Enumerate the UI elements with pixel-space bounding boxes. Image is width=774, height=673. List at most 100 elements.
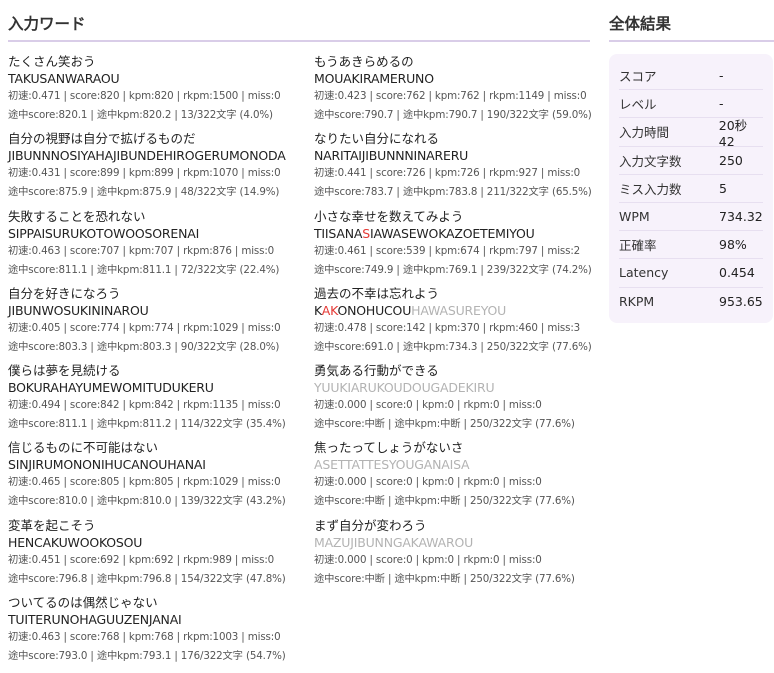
result-row: WPM 734.32 xyxy=(619,203,763,232)
word-romaji: TAKUSANWARAOU xyxy=(8,71,120,86)
result-label: スコア xyxy=(619,69,657,85)
romaji-typed: IAWASEWOKAZOETEMIYOU xyxy=(369,225,535,241)
romaji-typed: TIISANA xyxy=(314,225,363,241)
word-japanese: 僕らは夢を見続ける xyxy=(8,363,121,379)
result-row: RKPM 953.65 xyxy=(619,288,763,315)
word-stats-line2: 途中score:811.1 | 途中kpm:811.2 | 114/322文字 … xyxy=(8,418,286,431)
word-romaji: JIBUNNNOSIYAHAJIBUNDEHIROGERUMONODA xyxy=(8,148,286,164)
word-romaji: HENCAKUWOOKOSOU xyxy=(8,534,143,550)
result-label: WPM xyxy=(619,209,650,225)
word-japanese: ついてるのは偶然じゃない xyxy=(8,595,158,611)
result-value: 734.32 xyxy=(719,209,763,225)
word-stats-line2: 途中score:749.9 | 途中kpm:769.1 | 239/322文字 … xyxy=(314,263,592,276)
word-stats-line2: 途中score:中断 | 途中kpm:中断 | 250/322文字 (77.6%… xyxy=(314,572,575,585)
word-stats-line1: 初速:0.461 | score:539 | kpm:674 | rkpm:79… xyxy=(314,244,581,257)
word-romaji: YUUKIARUKOUDOUGADEKIRU xyxy=(314,380,495,396)
word-stats-line2: 途中score:783.7 | 途中kpm:783.8 | 211/322文字 … xyxy=(314,186,592,199)
result-value: 98% xyxy=(719,237,747,253)
word-column-right: もうあきらめるの MOUAKIRAMERUNO 初速:0.423 | score… xyxy=(314,50,592,668)
overall-results-title: 全体結果 xyxy=(609,12,774,42)
word-item: なりたい自分になれる NARITAIJIBUNNNINARERU 初速:0.44… xyxy=(314,127,592,204)
word-japanese: 信じるものに不可能はない xyxy=(8,440,159,456)
word-stats-line2: 途中score:793.0 | 途中kpm:793.1 | 176/322文字 … xyxy=(8,650,286,663)
word-stats-line2: 途中score:中断 | 途中kpm:中断 | 250/322文字 (77.6%… xyxy=(314,495,575,508)
word-item: ついてるのは偶然じゃない TUITERUNOHAGUUZENJANAI 初速:0… xyxy=(8,591,314,668)
word-column-left: たくさん笑おう TAKUSANWARAOU 初速:0.471 | score:8… xyxy=(8,50,314,668)
word-japanese: 失敗することを恐れない xyxy=(8,208,146,224)
word-stats-line2: 途中score:820.1 | 途中kpm:820.2 | 13/322文字 (… xyxy=(8,109,273,121)
word-item: 小さな幸せを数えてみよう TIISANASIAWASEWOKAZOETEMIYO… xyxy=(314,205,592,282)
result-row: 正確率 98% xyxy=(619,231,763,260)
word-stats-line1: 初速:0.463 | score:768 | kpm:768 | rkpm:10… xyxy=(8,631,281,644)
word-romaji: JIBUNWOSUKININAROU xyxy=(8,302,149,318)
word-item: 焦ったってしょうがないさ ASETTATTESYOUGANAISA 初速:0.0… xyxy=(314,436,590,513)
word-japanese: もうあきらめるの xyxy=(314,54,414,69)
word-stats-line2: 途中score:803.3 | 途中kpm:803.3 | 90/322文字 (… xyxy=(8,340,280,353)
result-value: - xyxy=(719,96,724,112)
word-romaji: BOKURAHAYUMEWOMITUDUKERU xyxy=(8,380,214,396)
word-romaji: TUITERUNOHAGUUZENJANAI xyxy=(8,612,182,628)
word-romaji: NARITAIJIBUNNNINARERU xyxy=(314,148,469,164)
word-japanese: 過去の不幸は忘れよう xyxy=(314,285,440,301)
word-stats-line1: 初速:0.465 | score:805 | kpm:805 | rkpm:10… xyxy=(8,476,281,489)
word-stats-line2: 途中score:中断 | 途中kpm:中断 | 250/322文字 (77.6%… xyxy=(314,418,575,431)
word-item: 失敗することを恐れない SIPPAISURUKOTOWOOSORENAI 初速:… xyxy=(8,205,314,282)
word-stats-line1: 初速:0.494 | score:842 | kpm:842 | rkpm:11… xyxy=(8,399,281,412)
word-stats-line2: 途中score:810.0 | 途中kpm:810.0 | 139/322文字 … xyxy=(8,495,286,508)
word-item: まず自分が変わろう MAZUJIBUNNGAKAWAROU 初速:0.000 |… xyxy=(314,514,590,591)
result-label: RKPM xyxy=(619,293,655,309)
word-stats-line1: 初速:0.423 | score:762 | kpm:762 | rkpm:11… xyxy=(314,90,587,102)
word-stats-line1: 初速:0.000 | score:0 | kpm:0 | rkpm:0 | mi… xyxy=(314,553,542,566)
word-item: もうあきらめるの MOUAKIRAMERUNO 初速:0.423 | score… xyxy=(314,50,592,127)
result-value: 250 xyxy=(719,152,743,168)
result-value: 0.454 xyxy=(719,265,755,281)
word-item: 僕らは夢を見続ける BOKURAHAYUMEWOMITUDUKERU 初速:0.… xyxy=(8,359,314,436)
word-japanese: まず自分が変わろう xyxy=(314,517,427,533)
result-row: Latency 0.454 xyxy=(619,259,763,288)
word-stats-line1: 初速:0.000 | score:0 | kpm:0 | rkpm:0 | mi… xyxy=(314,476,542,489)
result-value: 953.65 xyxy=(719,293,763,309)
result-label: Latency xyxy=(619,265,669,281)
word-japanese: 小さな幸せを数えてみよう xyxy=(314,208,464,224)
word-stats-line2: 途中score:875.9 | 途中kpm:875.9 | 48/322文字 (… xyxy=(8,186,280,199)
word-romaji: SIPPAISURUKOTOWOOSORENAI xyxy=(8,225,200,241)
word-romaji: ASETTATTESYOUGANAISA xyxy=(314,457,470,473)
result-row: 入力文字数 250 xyxy=(619,147,763,175)
word-japanese: 焦ったってしょうがないさ xyxy=(314,440,464,456)
word-item: たくさん笑おう TAKUSANWARAOU 初速:0.471 | score:8… xyxy=(8,50,314,127)
word-japanese: なりたい自分になれる xyxy=(314,131,440,147)
word-stats-line1: 初速:0.000 | score:0 | kpm:0 | rkpm:0 | mi… xyxy=(314,399,542,412)
result-label: ミス入力数 xyxy=(619,181,682,197)
word-item: 自分を好きになろう JIBUNWOSUKININAROU 初速:0.405 | … xyxy=(8,282,314,359)
word-stats-line2: 途中score:790.7 | 途中kpm:790.7 | 190/322文字 … xyxy=(314,109,592,121)
word-romaji: MOUAKIRAMERUNO xyxy=(314,71,434,86)
result-value: 20秒42 xyxy=(718,117,748,149)
word-japanese: 変革を起こそう xyxy=(8,517,96,533)
word-stats-line1: 初速:0.441 | score:726 | kpm:726 | rkpm:92… xyxy=(314,167,581,180)
word-item: 変革を起こそう HENCAKUWOOKOSOU 初速:0.451 | score… xyxy=(8,514,314,591)
word-stats-line1: 初速:0.478 | score:142 | kpm:370 | rkpm:46… xyxy=(314,321,581,334)
word-romaji: SINJIRUMONONIHUCANOUHANAI xyxy=(8,457,206,473)
word-stats-line1: 初速:0.405 | score:774 | kpm:774 | rkpm:10… xyxy=(8,321,281,334)
romaji-remaining: HAWASUREYOU xyxy=(411,302,507,318)
word-stats-line2: 途中score:796.8 | 途中kpm:796.8 | 154/322文字 … xyxy=(8,572,286,585)
word-item: 勇気ある行動ができる YUUKIARUKOUDOUGADEKIRU 初速:0.0… xyxy=(314,359,590,436)
word-grid: たくさん笑おう TAKUSANWARAOU 初速:0.471 | score:8… xyxy=(8,50,592,668)
results-panel: スコア - レベル - 入力時間 20秒42 入力文字数 250 ミス入力数 5 WPM 7… xyxy=(609,54,773,323)
result-value: 5 xyxy=(719,180,727,196)
word-stats-line2: 途中score:811.1 | 途中kpm:811.1 | 72/322文字 (… xyxy=(8,263,280,276)
word-japanese: 自分を好きになろう xyxy=(8,285,121,301)
result-label: 正確率 xyxy=(619,238,657,254)
result-label: 入力文字数 xyxy=(619,153,682,169)
word-japanese: 勇気ある行動ができる xyxy=(314,363,439,379)
word-romaji: KAKONOHUCOUHAWASUREYOU xyxy=(314,302,590,319)
input-words-section: 入力ワード たくさん笑おう TAKUSANWARAOU 初速:0.471 | s… xyxy=(8,12,592,668)
romaji-typed: K xyxy=(314,302,322,318)
romaji-miss: S xyxy=(362,225,370,241)
result-row: スコア - xyxy=(619,62,763,91)
word-item: 信じるものに不可能はない SINJIRUMONONIHUCANOUHANAI 初… xyxy=(8,436,314,513)
word-stats-line1: 初速:0.471 | score:820 | kpm:820 | rkpm:15… xyxy=(8,90,281,102)
result-row: 入力時間 20秒42 xyxy=(619,117,763,149)
word-romaji: TIISANASIAWASEWOKAZOETEMIYOU xyxy=(314,225,590,242)
result-label: レベル xyxy=(619,97,657,113)
